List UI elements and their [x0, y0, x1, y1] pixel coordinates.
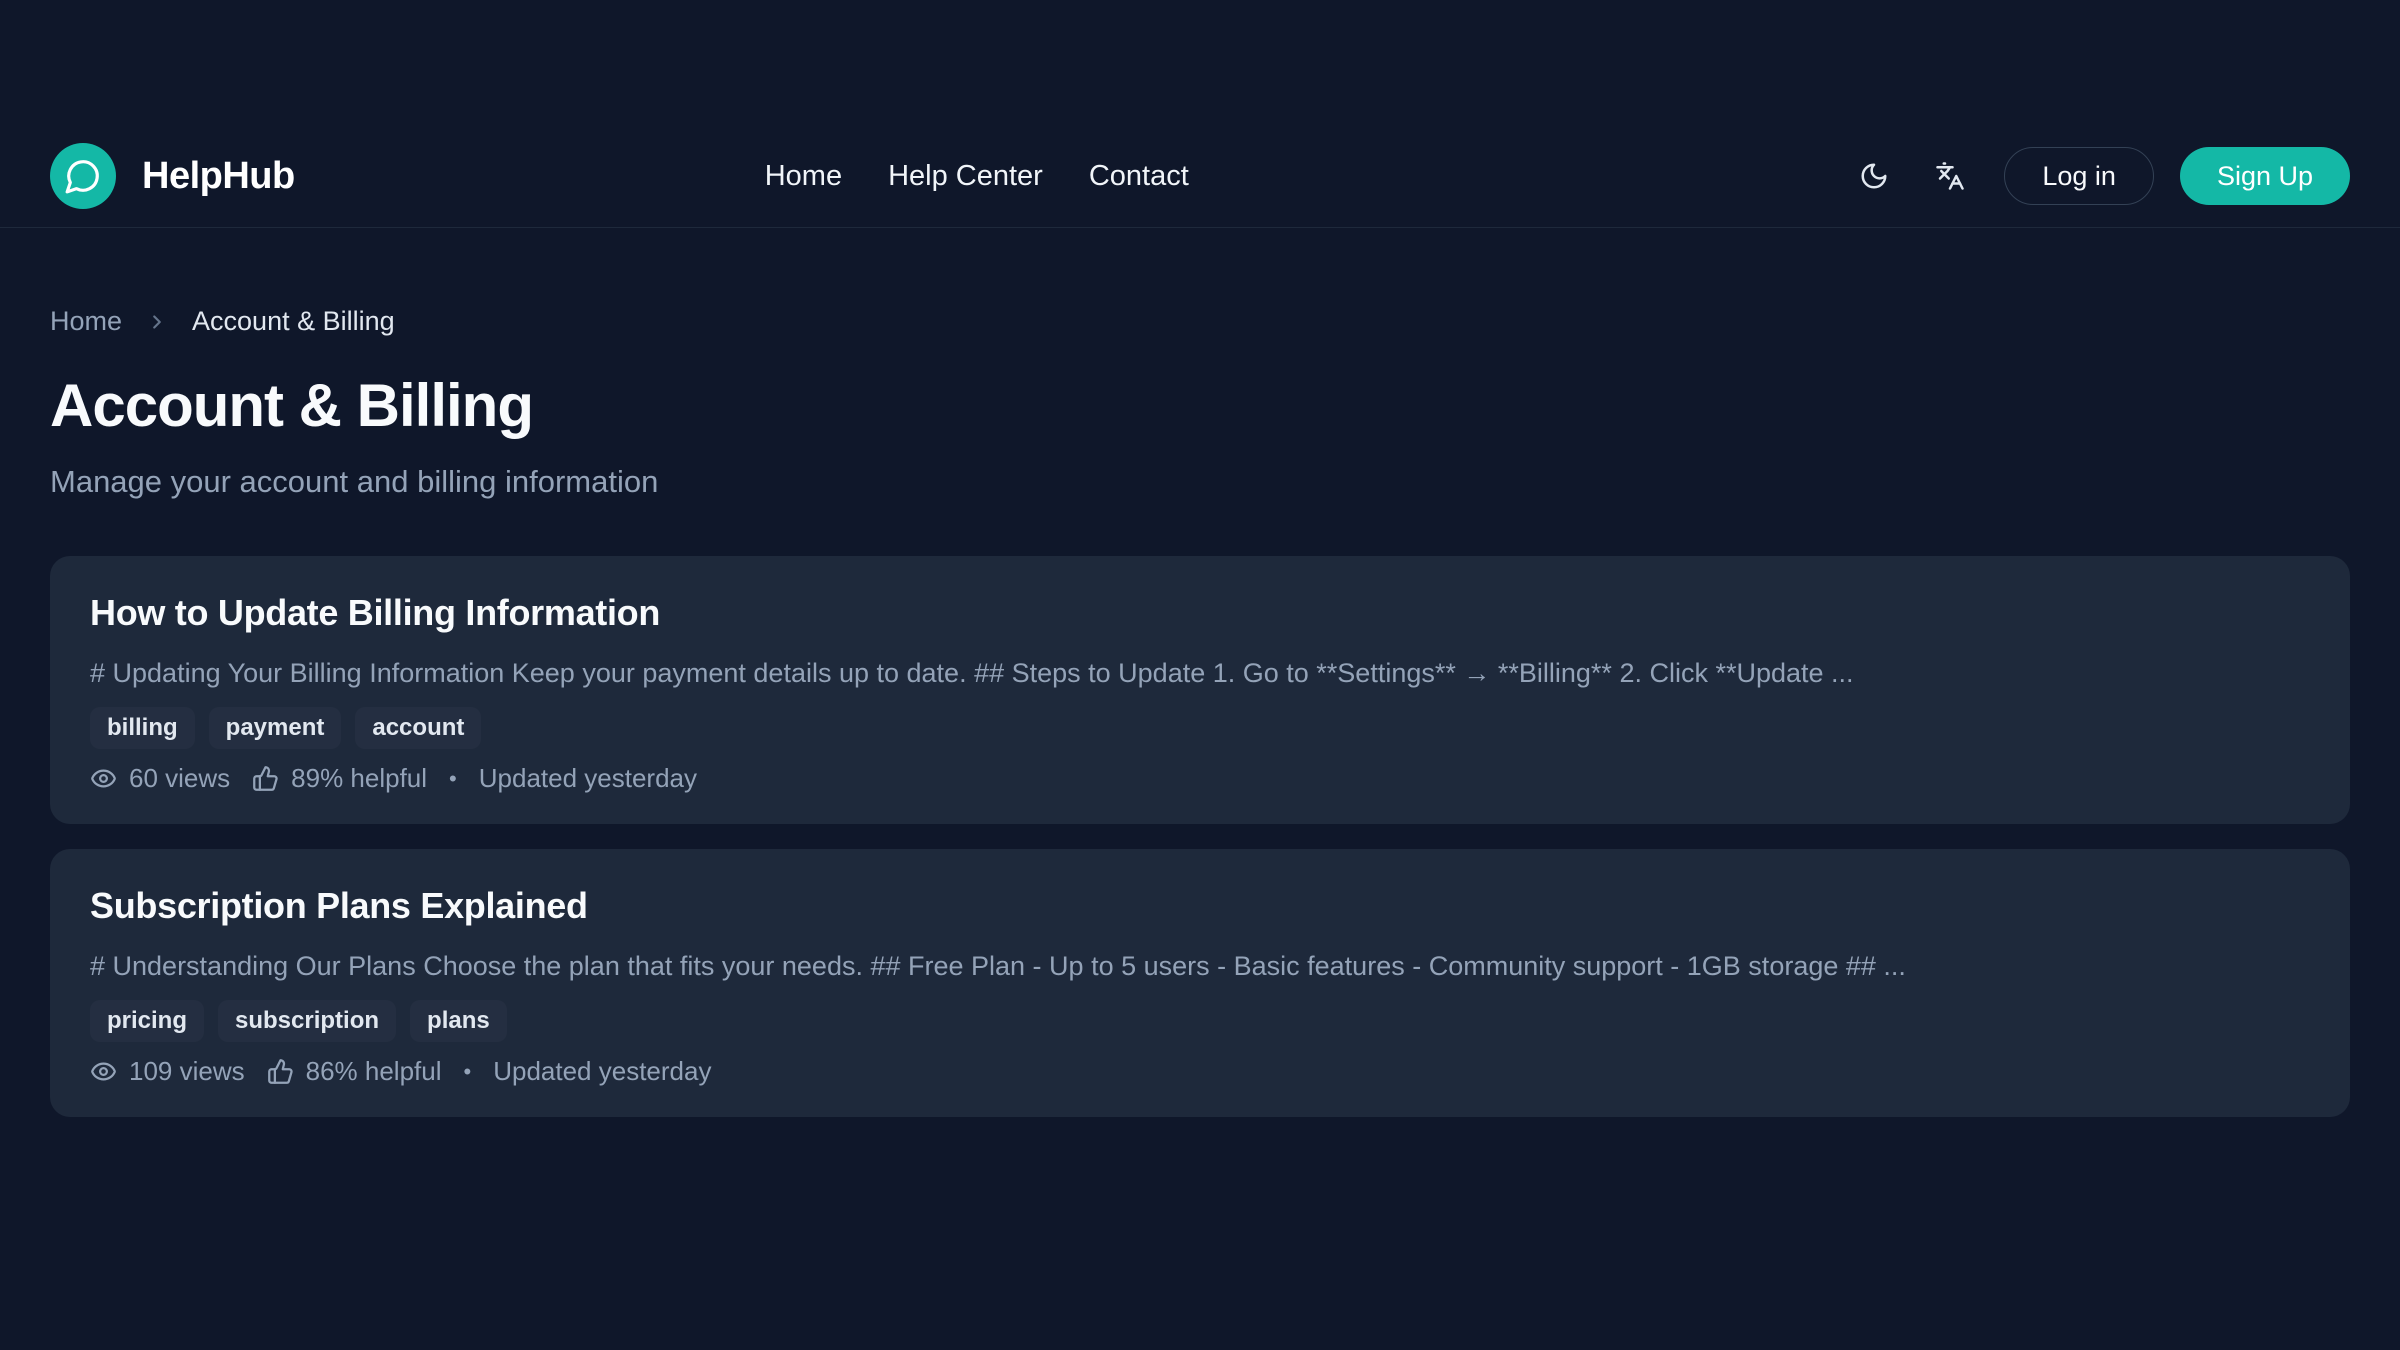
top-navbar: HelpHub Home Help Center Contact [0, 0, 2400, 228]
navbar-inner: HelpHub Home Help Center Contact [50, 143, 2350, 209]
article-list: How to Update Billing Information # Upda… [50, 556, 2350, 1117]
nav-link-contact[interactable]: Contact [1089, 160, 1189, 193]
updated-label: Updated yesterday [479, 763, 697, 794]
article-tags: pricing subscription plans [90, 1000, 2310, 1042]
eye-icon [90, 765, 117, 792]
helpful-count: 89% helpful [252, 763, 427, 794]
navbar-actions: Log in Sign Up [1852, 147, 2350, 205]
article-preview: # Updating Your Billing Information Keep… [90, 658, 2310, 689]
breadcrumb-current: Account & Billing [192, 306, 395, 337]
article-card[interactable]: Subscription Plans Explained # Understan… [50, 849, 2350, 1117]
helpful-label: 89% helpful [291, 763, 427, 794]
views-label: 109 views [129, 1056, 245, 1087]
login-button[interactable]: Log in [2004, 147, 2154, 205]
article-title[interactable]: How to Update Billing Information [90, 592, 2310, 634]
thumbs-up-icon [267, 1058, 294, 1085]
brand-name: HelpHub [142, 155, 295, 198]
tag-badge: payment [209, 707, 342, 749]
chevron-right-icon [146, 311, 168, 333]
theme-toggle-button[interactable] [1852, 154, 1896, 198]
brand-logo[interactable]: HelpHub [50, 143, 295, 209]
tag-badge: plans [410, 1000, 507, 1042]
tag-badge: subscription [218, 1000, 396, 1042]
views-count: 109 views [90, 1056, 245, 1087]
article-title[interactable]: Subscription Plans Explained [90, 885, 2310, 927]
tag-badge: account [355, 707, 481, 749]
meta-separator-dot: • [449, 766, 457, 792]
nav-links: Home Help Center Contact [765, 160, 1189, 193]
views-label: 60 views [129, 763, 230, 794]
page-title: Account & Billing [50, 371, 2350, 440]
thumbs-up-icon [252, 765, 279, 792]
article-meta: 60 views 89% helpful • Updated yesterday [90, 763, 2310, 794]
views-count: 60 views [90, 763, 230, 794]
article-preview: # Understanding Our Plans Choose the pla… [90, 951, 2310, 982]
tag-badge: pricing [90, 1000, 204, 1042]
main-content: Home Account & Billing Account & Billing… [0, 306, 2400, 1117]
nav-link-home[interactable]: Home [765, 160, 842, 193]
signup-button[interactable]: Sign Up [2180, 147, 2350, 205]
article-meta: 109 views 86% helpful • Updated yesterda… [90, 1056, 2310, 1087]
helpful-label: 86% helpful [306, 1056, 442, 1087]
language-button[interactable] [1928, 154, 1972, 198]
helpful-count: 86% helpful [267, 1056, 442, 1087]
article-card[interactable]: How to Update Billing Information # Upda… [50, 556, 2350, 824]
moon-icon [1859, 161, 1889, 191]
nav-link-help-center[interactable]: Help Center [888, 160, 1043, 193]
languages-icon [1935, 161, 1965, 191]
message-circle-icon [50, 143, 116, 209]
page-subtitle: Manage your account and billing informat… [50, 464, 2350, 500]
breadcrumb-home-link[interactable]: Home [50, 306, 122, 337]
breadcrumb: Home Account & Billing [50, 306, 2350, 337]
eye-icon [90, 1058, 117, 1085]
article-tags: billing payment account [90, 707, 2310, 749]
tag-badge: billing [90, 707, 195, 749]
updated-label: Updated yesterday [493, 1056, 711, 1087]
meta-separator-dot: • [464, 1059, 472, 1085]
